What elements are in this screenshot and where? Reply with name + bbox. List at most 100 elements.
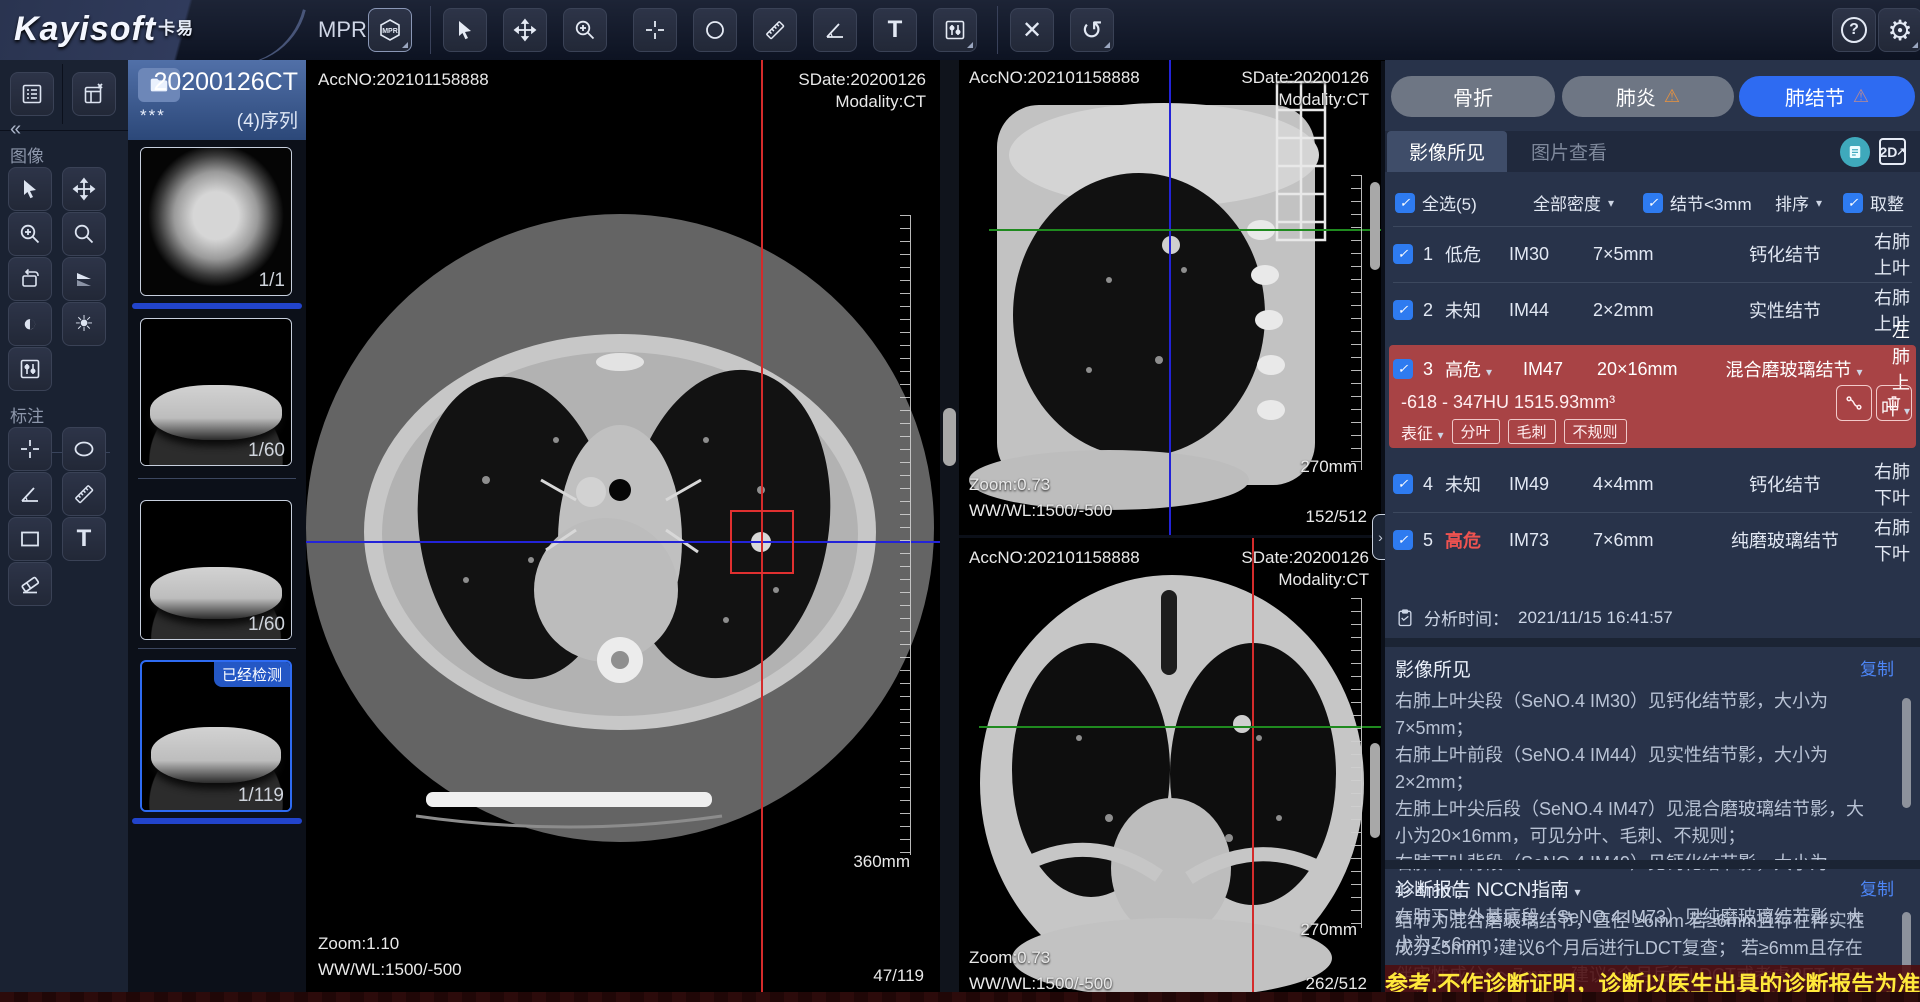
rail-eraser-button[interactable] xyxy=(8,562,52,606)
nodule-row-1[interactable]: ✓ 1 低危 IM30 7×5mm 钙化结节 右肺上叶 xyxy=(1385,232,1920,276)
rail-crosshair-button[interactable] xyxy=(8,427,52,471)
ruler-tool-button[interactable] xyxy=(753,8,797,52)
sort-dropdown[interactable]: 排序▾ xyxy=(1775,190,1822,215)
coronal-scrollbar-thumb[interactable] xyxy=(1370,743,1380,838)
rail-rectangle-button[interactable] xyxy=(8,517,52,561)
collapse-rail-chevron[interactable]: « xyxy=(10,118,21,141)
angle-tool-button[interactable] xyxy=(813,8,857,52)
thumbnail-series-2[interactable]: 1/60 xyxy=(140,318,292,466)
settings-button[interactable]: ⚙ xyxy=(1878,8,1920,52)
thumbnail-series-4-selected[interactable]: 已经检测 1/119 xyxy=(140,660,292,812)
axial-viewport[interactable]: AccNO:202101158888 SDate:20200126 Modali… xyxy=(306,60,940,1002)
rail-window-level-button[interactable] xyxy=(8,347,52,391)
caret-down-icon: ▾ xyxy=(1486,365,1492,379)
mode-fracture-button[interactable]: 骨折 xyxy=(1391,76,1555,117)
analysis-time-label: 分析时间： xyxy=(1424,605,1509,630)
sagittal-crosshair-horizontal[interactable] xyxy=(989,229,1381,231)
section-gap xyxy=(1385,638,1920,647)
rail-ellipse-button[interactable] xyxy=(62,427,106,471)
row-checkbox[interactable]: ✓ xyxy=(1393,244,1413,264)
rail-flip-button[interactable] xyxy=(62,257,106,301)
coronal-crosshair-vertical[interactable] xyxy=(1252,538,1254,1002)
delete-nodule-button[interactable] xyxy=(1876,385,1912,421)
reset-tool-button[interactable]: ↺ xyxy=(1070,8,1114,52)
feature-chip[interactable]: 不规则 xyxy=(1564,419,1627,444)
row-checkbox[interactable]: ✓ xyxy=(1393,359,1413,379)
row-checkbox[interactable]: ✓ xyxy=(1393,474,1413,494)
findings-copy-link[interactable]: 复制 xyxy=(1860,655,1894,680)
nodule-row-3-selected[interactable]: ✓ 3 高危 ▾ IM47 20×16mm 混合磨玻璃结节 ▾ 左肺上叶 ▾ -… xyxy=(1389,345,1916,448)
crosshair-tool-button[interactable] xyxy=(633,8,677,52)
2d-view-button[interactable]: 2D↗ xyxy=(1879,138,1906,165)
sagittal-viewport[interactable]: AccNO:202101158888 SDate:20200126 Modali… xyxy=(959,60,1381,535)
sagittal-accno: AccNO:202101158888 xyxy=(969,68,1140,88)
layout-close-button[interactable] xyxy=(72,72,116,116)
rail-pan-button[interactable] xyxy=(62,167,106,211)
rail-ruler-button[interactable] xyxy=(62,472,106,516)
axial-crosshair-horizontal[interactable] xyxy=(306,541,940,543)
axial-scrollbar-thumb[interactable] xyxy=(943,408,956,466)
series-list-button[interactable] xyxy=(10,72,54,116)
nodule-row-4[interactable]: ✓ 4 未知 IM49 4×4mm 钙化结节 右肺下叶 xyxy=(1385,462,1920,506)
window-level-button[interactable] xyxy=(933,8,977,52)
window-level-icon xyxy=(18,357,42,381)
tab-image-view[interactable]: 图片查看 xyxy=(1511,131,1627,172)
row-checkbox[interactable]: ✓ xyxy=(1393,300,1413,320)
contour-tool-button[interactable] xyxy=(1836,385,1872,421)
pointer-tool-button[interactable] xyxy=(443,8,487,52)
mode-nodule-button[interactable]: 肺结节 ⚠ xyxy=(1739,76,1915,117)
checkbox-icon: ✓ xyxy=(1643,193,1663,213)
nodule-roi-box[interactable] xyxy=(730,510,794,574)
type-dropdown[interactable]: 混合磨玻璃结节 ▾ xyxy=(1709,356,1879,382)
risk-dropdown[interactable]: 高危 ▾ xyxy=(1445,356,1523,382)
feature-dropdown[interactable]: 表征 ▾ xyxy=(1401,420,1444,444)
sagittal-modality: Modality:CT xyxy=(1278,90,1369,110)
rail-magnify-button[interactable] xyxy=(62,212,106,256)
coronal-crosshair-horizontal[interactable] xyxy=(979,726,1381,728)
close-tool-button[interactable]: ✕ xyxy=(1010,8,1054,52)
sagittal-scrollbar[interactable] xyxy=(1369,60,1381,535)
help-button[interactable]: ? xyxy=(1832,8,1876,52)
pan-tool-button[interactable] xyxy=(503,8,547,52)
report-title[interactable]: 诊断报告 NCCN指南 ▾ xyxy=(1395,875,1580,902)
thumbnail-series-3[interactable]: 1/60 xyxy=(140,500,292,640)
thumbnail-scout[interactable]: 1/1 xyxy=(140,147,292,296)
round-checkbox[interactable]: ✓ 取整 xyxy=(1843,190,1904,215)
report-copy-link[interactable]: 复制 xyxy=(1860,875,1894,900)
rail-angle-button[interactable] xyxy=(8,472,52,516)
axial-slice-counter: 47/119 xyxy=(873,966,924,986)
ellipse-tool-button[interactable] xyxy=(693,8,737,52)
nodule-row-5[interactable]: ✓ 5 高危 IM73 7×6mm 纯磨玻璃结节 右肺下叶 xyxy=(1385,518,1920,562)
sagittal-crosshair-vertical[interactable] xyxy=(1169,60,1171,535)
findings-scrollbar-thumb[interactable] xyxy=(1902,698,1911,808)
tab-findings[interactable]: 影像所见 xyxy=(1387,131,1507,172)
zoom-tool-button[interactable] xyxy=(563,8,607,52)
feature-chip[interactable]: 毛刺 xyxy=(1508,419,1556,444)
series-header[interactable]: 20200126CT *** (4)序列 xyxy=(128,60,306,140)
rail-rotate-button[interactable] xyxy=(8,257,52,301)
select-all-checkbox[interactable]: ✓ 全选(5) xyxy=(1395,190,1477,215)
axial-scrollbar[interactable] xyxy=(940,60,959,1002)
rail-pointer-button[interactable] xyxy=(8,167,52,211)
feature-chip[interactable]: 分叶 xyxy=(1452,419,1500,444)
rail-zoom-in-button[interactable] xyxy=(8,212,52,256)
mpr-label: MPR xyxy=(318,17,367,43)
rail-text-button[interactable]: T xyxy=(62,517,106,561)
coronal-viewport[interactable]: AccNO:202101158888 SDate:20200126 Modali… xyxy=(959,538,1381,1002)
row-checkbox[interactable]: ✓ xyxy=(1393,530,1413,550)
nodule-row-2[interactable]: ✓ 2 未知 IM44 2×2mm 实性结节 右肺上叶 xyxy=(1385,288,1920,332)
density-dropdown[interactable]: 全部密度▾ xyxy=(1533,190,1614,215)
lt3mm-checkbox[interactable]: ✓ 结节<3mm xyxy=(1643,190,1752,215)
axial-sdate: SDate:20200126 xyxy=(798,70,926,90)
sagittal-scrollbar-thumb[interactable] xyxy=(1370,182,1380,270)
mpr-mode-button[interactable]: MPR xyxy=(368,8,412,52)
thumb-divider xyxy=(138,478,296,479)
nodule-hu-volume: -618 - 347HU 1515.93mm³ xyxy=(1401,392,1615,413)
text-tool-button[interactable]: T xyxy=(873,8,917,52)
coronal-scrollbar[interactable] xyxy=(1369,538,1381,1002)
rail-brightness-button[interactable]: ☀ xyxy=(62,302,106,346)
rail-invert-button[interactable]: ◐ xyxy=(8,302,52,346)
mode-pneumonia-button[interactable]: 肺炎 ⚠ xyxy=(1562,76,1734,117)
move-icon xyxy=(513,18,537,42)
report-bubble-button[interactable] xyxy=(1840,137,1870,167)
